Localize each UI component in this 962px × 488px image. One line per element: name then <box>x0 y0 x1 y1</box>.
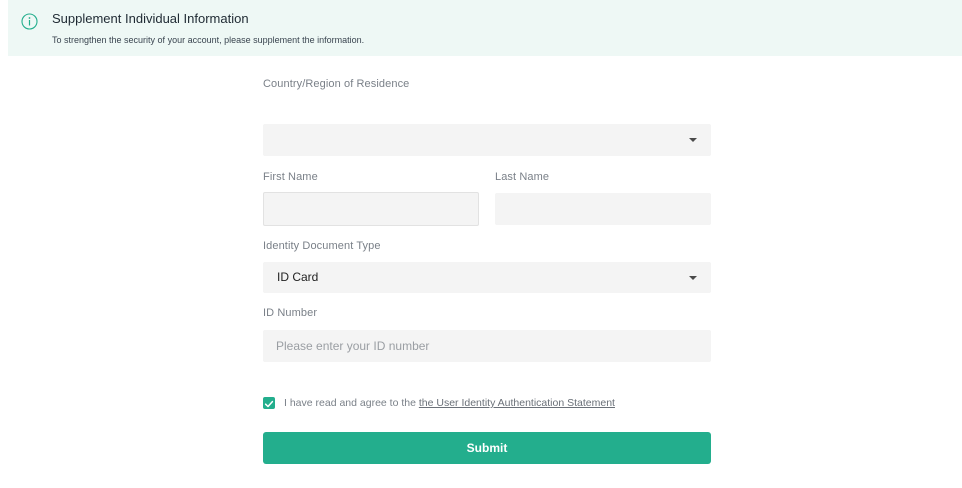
info-icon <box>21 13 38 30</box>
checkmark-icon <box>264 400 274 408</box>
caret-down-icon <box>689 276 697 280</box>
first-name-input[interactable] <box>264 193 478 225</box>
agreement-text-row: I have read and agree to the the User Id… <box>284 397 615 409</box>
agreement-checkbox[interactable] <box>263 397 275 409</box>
id-number-label: ID Number <box>263 307 318 319</box>
submit-button[interactable]: Submit <box>263 432 711 464</box>
first-name-field[interactable] <box>263 192 479 226</box>
banner-title: Supplement Individual Information <box>52 11 249 26</box>
document-type-select[interactable]: ID Card <box>263 262 711 293</box>
document-type-label: Identity Document Type <box>263 240 381 252</box>
country-select[interactable] <box>263 124 711 156</box>
first-name-label: First Name <box>263 171 318 183</box>
info-banner: Supplement Individual Information To str… <box>8 0 962 56</box>
agreement-text: I have read and agree to the <box>284 397 416 409</box>
banner-subtitle: To strengthen the security of your accou… <box>52 35 365 45</box>
country-label: Country/Region of Residence <box>263 78 410 90</box>
last-name-input[interactable] <box>495 193 711 225</box>
last-name-field[interactable] <box>495 193 711 225</box>
authentication-statement-link[interactable]: the User Identity Authentication Stateme… <box>419 397 615 409</box>
last-name-label: Last Name <box>495 171 550 183</box>
id-number-field[interactable] <box>263 330 711 362</box>
document-type-value: ID Card <box>277 270 319 284</box>
caret-down-icon <box>689 138 697 142</box>
id-number-input[interactable] <box>263 330 711 362</box>
